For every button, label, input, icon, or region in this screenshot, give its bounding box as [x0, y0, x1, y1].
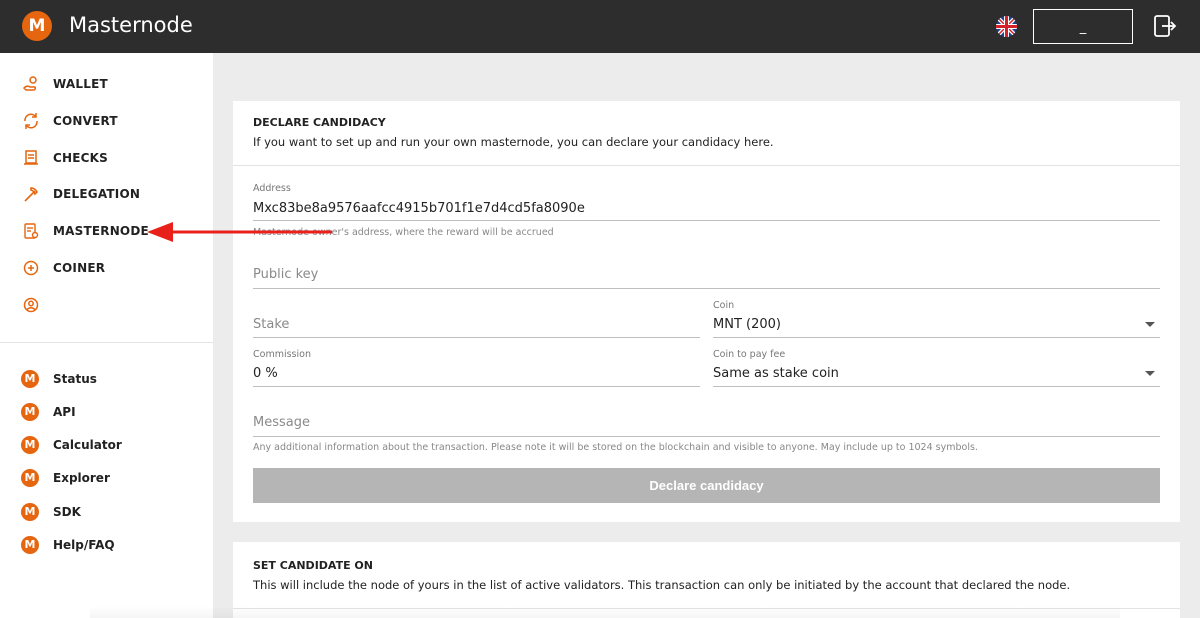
address-value: Mxc83be8a9576aafcc4915b701f1e7d4cd5fa809…	[253, 201, 585, 216]
masternode-logo-icon: M	[21, 536, 39, 554]
chevron-down-icon	[1145, 322, 1155, 327]
card-description: If you want to set up and run your own m…	[253, 135, 774, 149]
field-underline	[253, 337, 700, 338]
coin-select[interactable]: Coin MNT (200)	[713, 300, 1160, 339]
sidebar-item-profile[interactable]	[0, 290, 213, 320]
user-icon	[23, 297, 39, 313]
sidebar-item-label: DELEGATION	[53, 187, 141, 201]
coin-label: Coin	[713, 300, 735, 311]
sidebar-link-label: SDK	[53, 505, 81, 519]
sidebar-item-label: CONVERT	[53, 114, 118, 128]
sidebar-item-coiner[interactable]: COINER	[0, 253, 213, 283]
sidebar-link-help-faq[interactable]: M Help/FAQ	[0, 532, 213, 558]
masternode-logo-icon: M	[21, 503, 39, 521]
fee-coin-value: Same as stake coin	[713, 366, 839, 381]
masternode-icon	[24, 223, 39, 239]
masternode-logo-icon: M	[21, 469, 39, 487]
sidebar-link-label: Calculator	[53, 438, 122, 452]
public-key-placeholder: Public key	[253, 267, 319, 282]
masternode-logo-icon: M	[21, 436, 39, 454]
commission-label: Commission	[253, 349, 311, 360]
declare-candidacy-card: DECLARE CANDIDACY If you want to set up …	[233, 101, 1180, 522]
checks-icon	[24, 150, 38, 165]
chevron-down-icon	[1145, 371, 1155, 376]
sidebar: WALLET CONVERT CHECKS DELEGATION MASTERN…	[0, 53, 213, 618]
convert-icon	[24, 113, 38, 129]
stake-placeholder: Stake	[253, 317, 290, 332]
fee-coin-label: Coin to pay fee	[713, 349, 786, 360]
masternode-logo-icon: M	[21, 403, 39, 421]
public-key-input[interactable]: Public key	[253, 265, 1160, 289]
wallet-icon	[22, 76, 37, 91]
field-underline	[713, 386, 1160, 387]
bottom-shadow	[90, 606, 1120, 618]
sidebar-item-wallet[interactable]: WALLET	[0, 69, 213, 99]
card-description: This will include the node of yours in t…	[253, 578, 1071, 592]
address-field[interactable]: Address Mxc83be8a9576aafcc4915b701f1e7d4…	[253, 183, 1160, 223]
sidebar-item-delegation[interactable]: DELEGATION	[0, 179, 213, 209]
field-underline	[253, 386, 700, 387]
sidebar-item-convert[interactable]: CONVERT	[0, 106, 213, 136]
message-input[interactable]: Message	[253, 413, 1160, 437]
sidebar-link-calculator[interactable]: M Calculator	[0, 432, 213, 458]
sidebar-item-label: MASTERNODE	[53, 224, 149, 238]
address-label: Address	[253, 183, 291, 194]
sidebar-divider	[0, 342, 213, 343]
sidebar-item-checks[interactable]: CHECKS	[0, 143, 213, 173]
sidebar-item-label: WALLET	[53, 77, 108, 91]
top-bar: M Masternode _	[0, 0, 1200, 53]
uk-flag-icon[interactable]	[996, 16, 1017, 37]
message-hint: Any additional information about the tra…	[253, 442, 978, 453]
commission-input[interactable]: Commission 0 %	[253, 349, 700, 388]
field-underline	[253, 220, 1160, 221]
card-title: SET CANDIDATE ON	[253, 559, 373, 572]
coin-value: MNT (200)	[713, 317, 781, 332]
sidebar-link-label: Status	[53, 372, 97, 386]
sidebar-link-sdk[interactable]: M SDK	[0, 499, 213, 525]
sidebar-item-label: CHECKS	[53, 151, 108, 165]
message-placeholder: Message	[253, 415, 310, 430]
sidebar-item-label: COINER	[53, 261, 106, 275]
masternode-logo-icon[interactable]: M	[22, 11, 52, 41]
coiner-icon	[23, 260, 39, 276]
card-title: DECLARE CANDIDACY	[253, 116, 386, 129]
sidebar-link-label: Help/FAQ	[53, 538, 115, 552]
sidebar-link-label: Explorer	[53, 471, 110, 485]
field-underline	[713, 337, 1160, 338]
fee-coin-select[interactable]: Coin to pay fee Same as stake coin	[713, 349, 1160, 388]
sidebar-link-explorer[interactable]: M Explorer	[0, 465, 213, 491]
card-divider	[233, 165, 1180, 166]
stake-input[interactable]: Stake	[253, 315, 700, 339]
commission-value: 0 %	[253, 366, 278, 381]
masternode-logo-icon: M	[21, 370, 39, 388]
annotation-arrow-icon	[147, 222, 332, 242]
field-underline	[253, 436, 1160, 437]
sidebar-link-status[interactable]: M Status	[0, 366, 213, 392]
sidebar-link-label: API	[53, 405, 76, 419]
app-title: Masternode	[69, 13, 193, 37]
delegation-icon	[24, 187, 38, 202]
account-box[interactable]: _	[1033, 9, 1133, 44]
logout-icon[interactable]	[1153, 14, 1177, 38]
declare-candidacy-button[interactable]: Declare candidacy	[253, 468, 1160, 503]
field-underline	[253, 288, 1160, 289]
sidebar-link-api[interactable]: M API	[0, 399, 213, 425]
